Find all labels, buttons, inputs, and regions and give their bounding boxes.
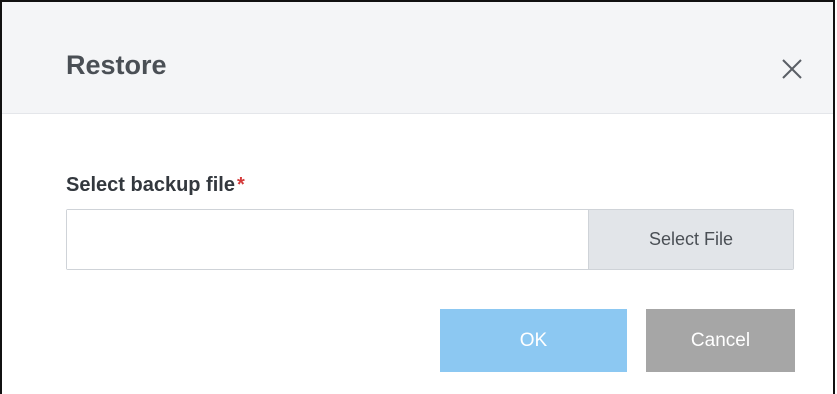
restore-dialog: Restore Select backup file * Select File … [0, 0, 835, 394]
backup-file-input[interactable] [67, 210, 588, 269]
required-marker: * [236, 174, 245, 196]
cancel-button[interactable]: Cancel [646, 309, 795, 372]
dialog-title: Restore [66, 50, 167, 80]
backup-file-label-text: Select backup file [66, 174, 235, 196]
close-button[interactable] [777, 54, 807, 84]
ok-button[interactable]: OK [440, 309, 627, 372]
file-picker: Select File [66, 209, 794, 270]
backup-file-label: Select backup file * [66, 174, 245, 197]
dialog-header: Restore [2, 2, 833, 114]
select-file-button[interactable]: Select File [588, 210, 793, 269]
close-icon [782, 59, 802, 79]
